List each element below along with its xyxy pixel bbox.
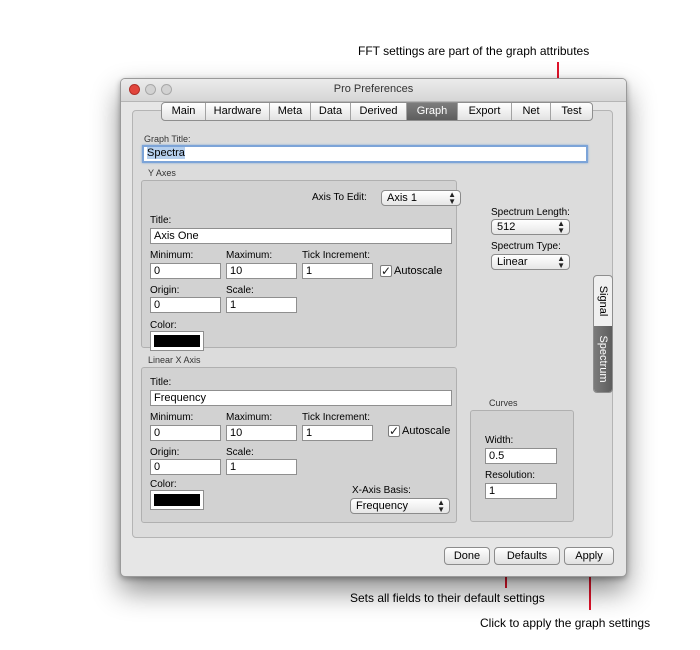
y-origin-input[interactable]: 0 bbox=[150, 297, 221, 313]
x-tick-increment-label: Tick Increment: bbox=[302, 412, 370, 423]
y-minimum-label: Minimum: bbox=[150, 250, 194, 261]
chevron-up-down-icon: ▲ ▼ bbox=[448, 190, 456, 206]
chevron-up-down-icon: ▲ ▼ bbox=[557, 219, 565, 235]
curves-group: Width: 0.5 Resolution: 1 bbox=[470, 410, 574, 522]
defaults-button[interactable]: Defaults bbox=[494, 547, 560, 565]
tab-net[interactable]: Net bbox=[512, 103, 551, 120]
window-title: Pro Preferences bbox=[333, 83, 414, 95]
x-maximum-input[interactable]: 10 bbox=[226, 425, 297, 441]
tab-meta[interactable]: Meta bbox=[270, 103, 311, 120]
chevron-up-down-icon: ▲ ▼ bbox=[437, 498, 445, 514]
spectrum-type-select[interactable]: Linear ▲ ▼ bbox=[491, 254, 570, 270]
x-axis-group-label: Linear X Axis bbox=[148, 355, 201, 365]
y-maximum-input[interactable]: 10 bbox=[226, 263, 297, 279]
axis-to-edit-select[interactable]: Axis 1 ▲ ▼ bbox=[381, 190, 461, 206]
x-origin-input[interactable]: 0 bbox=[150, 459, 221, 475]
spectrum-type-value: Linear bbox=[497, 256, 528, 268]
x-title-label: Title: bbox=[150, 377, 172, 388]
x-minimum-label: Minimum: bbox=[150, 412, 194, 423]
side-tab-signal[interactable]: Signal bbox=[594, 276, 612, 326]
y-title-label: Title: bbox=[150, 215, 172, 226]
x-title-input[interactable]: Frequency bbox=[150, 390, 452, 406]
graph-title-input[interactable]: Spectra bbox=[142, 145, 588, 163]
tab-graph[interactable]: Graph bbox=[407, 103, 458, 120]
graph-title-value: Spectra bbox=[147, 147, 185, 159]
spectrum-type-label: Spectrum Type: bbox=[491, 241, 561, 252]
side-tab-signal-label: Signal bbox=[597, 285, 609, 317]
tab-bar: Main Hardware Meta Data Derived Graph Ex… bbox=[161, 102, 593, 121]
tab-main[interactable]: Main bbox=[162, 103, 206, 120]
tab-data[interactable]: Data bbox=[311, 103, 351, 120]
x-color-well[interactable] bbox=[150, 490, 204, 510]
y-autoscale-label: Autoscale bbox=[394, 265, 443, 277]
x-scale-input[interactable]: 1 bbox=[226, 459, 297, 475]
axis-to-edit-value: Axis 1 bbox=[387, 192, 417, 204]
spectrum-length-value: 512 bbox=[497, 221, 516, 233]
annotation-defaults: Sets all fields to their default setting… bbox=[350, 591, 545, 605]
axis-to-edit-label: Axis To Edit: bbox=[312, 192, 367, 203]
y-color-fill bbox=[154, 335, 200, 347]
x-axis-group: Title: Frequency Minimum: Maximum: Tick … bbox=[141, 367, 457, 523]
y-maximum-label: Maximum: bbox=[226, 250, 273, 261]
done-button[interactable]: Done bbox=[444, 547, 490, 565]
y-origin-label: Origin: bbox=[150, 285, 180, 296]
x-color-label: Color: bbox=[150, 479, 177, 490]
tab-export[interactable]: Export bbox=[458, 103, 512, 120]
x-axis-basis-select[interactable]: Frequency ▲ ▼ bbox=[350, 498, 450, 514]
graph-panel: Graph Title: Spectra Y Axes Axis To Edit… bbox=[132, 110, 613, 538]
y-title-input[interactable]: Axis One bbox=[150, 228, 452, 244]
x-color-fill bbox=[154, 494, 200, 506]
preferences-window: Pro Preferences Main Hardware Meta Data … bbox=[120, 78, 627, 577]
tab-derived[interactable]: Derived bbox=[351, 103, 407, 120]
curves-width-label: Width: bbox=[485, 435, 514, 446]
graph-title-label: Graph Title: bbox=[144, 134, 191, 144]
curves-resolution-label: Resolution: bbox=[485, 470, 536, 481]
y-minimum-input[interactable]: 0 bbox=[150, 263, 221, 279]
side-tab-spectrum-label: Spectrum bbox=[597, 335, 609, 383]
x-autoscale-checkbox[interactable]: ✓ bbox=[388, 425, 400, 437]
annotation-apply: Click to apply the graph settings bbox=[480, 616, 651, 630]
spectrum-length-label: Spectrum Length: bbox=[491, 207, 570, 218]
y-axes-group: Axis To Edit: Axis 1 ▲ ▼ Title: Axis One … bbox=[141, 180, 461, 351]
tab-hardware[interactable]: Hardware bbox=[206, 103, 270, 120]
y-scale-label: Scale: bbox=[226, 285, 254, 296]
y-axes-group-label: Y Axes bbox=[148, 168, 176, 178]
x-axis-basis-label: X-Axis Basis: bbox=[352, 485, 411, 496]
spectrum-length-select[interactable]: 512 ▲ ▼ bbox=[491, 219, 570, 235]
y-tick-increment-label: Tick Increment: bbox=[302, 250, 370, 261]
x-minimum-input[interactable]: 0 bbox=[150, 425, 221, 441]
y-scale-input[interactable]: 1 bbox=[226, 297, 297, 313]
chevron-up-down-icon: ▲ ▼ bbox=[557, 254, 565, 270]
y-tick-increment-input[interactable]: 1 bbox=[302, 263, 373, 279]
y-color-label: Color: bbox=[150, 320, 177, 331]
curves-resolution-input[interactable]: 1 bbox=[485, 483, 557, 499]
x-axis-basis-value: Frequency bbox=[356, 500, 408, 512]
side-tab-spectrum[interactable]: Spectrum bbox=[594, 326, 612, 392]
x-autoscale-label: Autoscale bbox=[402, 425, 451, 437]
y-color-well[interactable] bbox=[150, 331, 204, 351]
apply-button[interactable]: Apply bbox=[564, 547, 614, 565]
tab-test[interactable]: Test bbox=[551, 103, 592, 120]
y-autoscale-checkbox[interactable]: ✓ bbox=[380, 265, 392, 277]
side-tab-bar: Signal Spectrum bbox=[593, 275, 613, 393]
curves-width-input[interactable]: 0.5 bbox=[485, 448, 557, 464]
title-bar: Pro Preferences bbox=[121, 79, 626, 102]
annotation-fft: FFT settings are part of the graph attri… bbox=[358, 44, 590, 58]
x-maximum-label: Maximum: bbox=[226, 412, 273, 423]
x-scale-label: Scale: bbox=[226, 447, 254, 458]
x-tick-increment-input[interactable]: 1 bbox=[302, 425, 373, 441]
x-origin-label: Origin: bbox=[150, 447, 180, 458]
curves-group-label: Curves bbox=[489, 398, 518, 408]
